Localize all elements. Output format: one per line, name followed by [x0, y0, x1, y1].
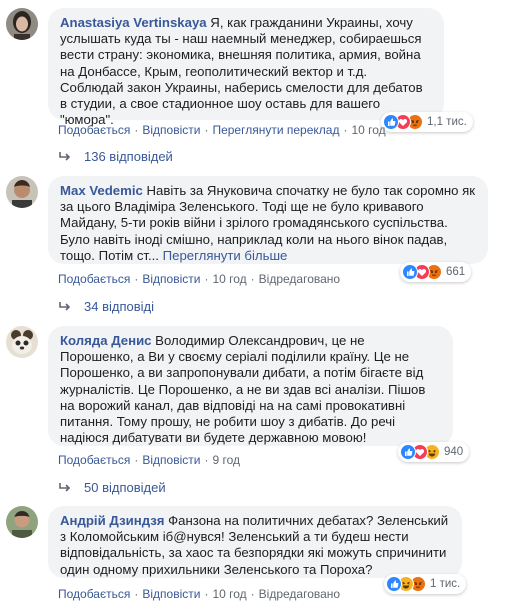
like-link[interactable]: Подобається — [58, 587, 130, 601]
comment-actions: Подобається · Відповісти · Переглянути перек… — [58, 123, 386, 137]
replies-count: 136 відповідей — [84, 149, 173, 164]
comment-bubble: Коляда Денис Володимир Олександрович, це… — [48, 326, 453, 446]
edited-label[interactable]: Відредаговано — [259, 587, 340, 601]
like-icon — [383, 114, 399, 130]
like-icon — [386, 576, 402, 592]
reply-arrow-icon — [59, 152, 71, 161]
reply-arrow-icon — [59, 483, 71, 492]
reaction-summary[interactable]: 1,1 тис. — [381, 112, 473, 132]
edited-label[interactable]: Відредаговано — [259, 272, 340, 286]
comment-text: Володимир Олександрович, це не Порошенко… — [60, 333, 426, 446]
see-more-link[interactable]: Переглянути більше — [163, 248, 288, 263]
avatar[interactable] — [6, 326, 38, 358]
reaction-count: 661 — [446, 266, 466, 278]
avatar[interactable] — [6, 506, 38, 538]
view-replies-link[interactable]: 34 відповіді — [58, 298, 154, 316]
comment-text: Я, как гражданини Украины, хочу услышать… — [60, 15, 423, 128]
comment-bubble: Max Vedemic Навіть за Януковича спочатку… — [48, 176, 488, 264]
avatar[interactable] — [6, 8, 38, 40]
reaction-summary[interactable]: 661 — [400, 262, 472, 282]
like-link[interactable]: Подобається — [58, 123, 130, 137]
replies-count: 34 відповіді — [84, 299, 154, 314]
reply-link[interactable]: Відповісти — [142, 272, 200, 286]
reply-arrow-icon — [59, 302, 71, 311]
comment-bubble: Anastasiya Vertinskaya Я, как гражданини… — [48, 8, 444, 127]
view-replies-link[interactable]: 136 відповідей — [58, 148, 173, 166]
like-link[interactable]: Подобається — [58, 272, 130, 286]
reaction-summary[interactable]: 1 тис. — [384, 574, 467, 594]
see-translation-link[interactable]: Переглянути переклад — [212, 123, 339, 137]
comment-author[interactable]: Андрій Дзиндзя — [60, 513, 164, 528]
reply-link[interactable]: Відповісти — [142, 587, 200, 601]
replies-count: 50 відповідей — [84, 480, 166, 495]
reply-link[interactable]: Відповісти — [142, 123, 200, 137]
reaction-count: 1,1 тис. — [427, 116, 467, 128]
comment-actions: Подобається · Відповісти · 10 год · Відредагов… — [58, 272, 341, 286]
reaction-count: 1 тис. — [430, 578, 461, 590]
like-icon — [402, 264, 418, 280]
comment-author[interactable]: Max Vedemic — [60, 183, 143, 198]
comment-author[interactable]: Anastasiya Vertinskaya — [60, 15, 207, 30]
comment-timestamp[interactable]: 10 год — [212, 587, 246, 601]
comment-timestamp[interactable]: 9 год — [212, 453, 240, 467]
comment-actions: Подобається · Відповісти · 10 год · Відредагов… — [58, 587, 341, 601]
avatar[interactable] — [6, 176, 38, 208]
comment-timestamp[interactable]: 10 год — [212, 272, 246, 286]
comment-timestamp[interactable]: 10 год — [351, 123, 385, 137]
view-replies-link[interactable]: 50 відповідей — [58, 479, 166, 497]
comment-actions: Подобається · Відповісти · 9 год — [58, 453, 240, 467]
like-icon — [400, 444, 416, 460]
like-link[interactable]: Подобається — [58, 453, 130, 467]
reply-link[interactable]: Відповісти — [142, 453, 200, 467]
reaction-count: 940 — [444, 446, 464, 458]
reaction-summary[interactable]: 940 — [398, 442, 470, 462]
comment-bubble: Андрій Дзиндзя Фанзона на политичних деб… — [48, 506, 462, 578]
comment-author[interactable]: Коляда Денис — [60, 333, 152, 348]
